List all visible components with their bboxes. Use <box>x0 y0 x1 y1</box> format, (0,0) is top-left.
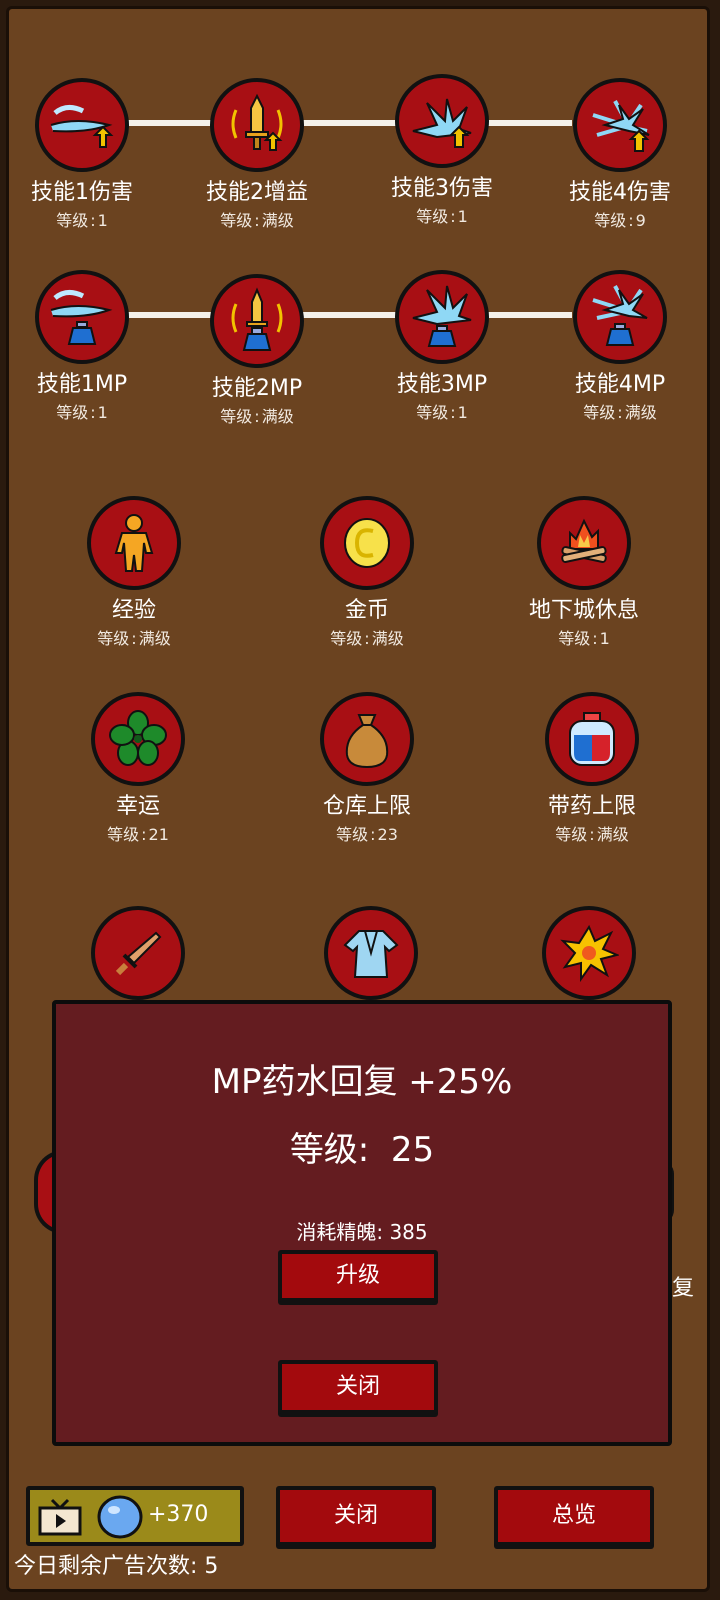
upgrade-dialog: MP药水回复 +25% 等级: 25 消耗精魄: 385 升级 关闭 <box>52 1000 672 1446</box>
skill-name: 技能3MP <box>396 372 488 397</box>
skill-1-mp[interactable]: 技能1MP 等级:1 <box>0 270 167 422</box>
upgrade-critical[interactable] <box>504 906 674 1000</box>
dialog-level: 等级: 25 <box>289 1130 435 1170</box>
skill-name: 技能2增益 <box>206 180 308 205</box>
upgrade-name: 仓库上限 <box>322 794 411 819</box>
clover-icon <box>91 692 185 786</box>
upgrade-level: 等级:1 <box>558 629 610 648</box>
burst-mp-icon <box>573 270 667 364</box>
upgrade-level: 等级: 满级 <box>555 825 629 844</box>
upgrade-level: 等级:21 <box>107 825 169 844</box>
explosion-icon <box>542 906 636 1000</box>
sword-buff-icon <box>210 78 304 172</box>
coin-icon <box>320 496 414 590</box>
skill-level: 等级:9 <box>594 211 646 230</box>
skill-1-damage[interactable]: 技能1伤害 等级:1 <box>0 78 167 230</box>
skill-level: 等级: 满级 <box>220 211 294 230</box>
upgrade-gold[interactable]: 金币 等级: 满级 <box>282 496 452 648</box>
bag-icon <box>320 692 414 786</box>
burst-dmg-icon <box>573 78 667 172</box>
upgrade-storage-limit[interactable]: 仓库上限 等级:23 <box>282 692 452 844</box>
skill-level: 等级:1 <box>416 403 468 422</box>
gem-icon <box>96 1494 144 1540</box>
upgrade-luck[interactable]: 幸运 等级:21 <box>53 692 223 844</box>
dialog-close-button[interactable]: 关闭 <box>278 1360 438 1414</box>
spikes-dmg-icon <box>395 74 489 168</box>
sword-mp-icon <box>210 274 304 368</box>
skill-name: 技能2MP <box>211 376 303 401</box>
skill-level: 等级: 满级 <box>220 407 294 426</box>
upgrade-potion-limit[interactable]: 带药上限 等级: 满级 <box>507 692 677 844</box>
skill-name: 技能4伤害 <box>569 180 671 205</box>
skill-level: 等级:1 <box>416 207 468 226</box>
person-icon <box>87 496 181 590</box>
skill-4-mp[interactable]: 技能4MP 等级: 满级 <box>535 270 705 422</box>
wind-dmg-icon <box>35 78 129 172</box>
skill-name: 技能1伤害 <box>31 180 133 205</box>
spikes-mp-icon <box>395 270 489 364</box>
upgrade-armor[interactable] <box>286 906 456 1000</box>
upgrade-name: 经验 <box>111 598 156 623</box>
skill-4-damage[interactable]: 技能4伤害 等级:9 <box>535 78 705 230</box>
skill-name: 技能3伤害 <box>391 176 493 201</box>
skill-level: 等级: 满级 <box>583 403 657 422</box>
upgrade-name: 带药上限 <box>547 794 636 819</box>
skill-level: 等级:1 <box>56 211 108 230</box>
wind-mp-icon <box>35 270 129 364</box>
skill-name: 技能4MP <box>574 372 666 397</box>
watch-ad-button[interactable]: +370 <box>26 1486 244 1546</box>
upgrade-name: 金币 <box>344 598 389 623</box>
upgrade-name: 幸运 <box>115 794 160 819</box>
sword-icon <box>91 906 185 1000</box>
skill-3-mp[interactable]: 技能3MP 等级:1 <box>357 270 527 422</box>
skill-2-mp[interactable]: 技能2MP 等级: 满级 <box>172 274 342 426</box>
ads-remaining: 今日剩余广告次数: 5 <box>14 1554 219 1579</box>
upgrade-level: 等级:23 <box>336 825 398 844</box>
skill-level: 等级:1 <box>56 403 108 422</box>
skill-name: 技能1MP <box>36 372 128 397</box>
skill-3-damage[interactable]: 技能3伤害 等级:1 <box>357 74 527 226</box>
upgrade-button[interactable]: 升级 <box>278 1250 438 1302</box>
upgrade-exp[interactable]: 经验 等级: 满级 <box>49 496 219 648</box>
tv-icon <box>38 1498 82 1536</box>
upgrade-level: 等级: 满级 <box>97 629 171 648</box>
campfire-icon <box>537 496 631 590</box>
dialog-cost: 消耗精魄: 385 <box>296 1220 428 1244</box>
potion-icon <box>545 692 639 786</box>
upgrade-level: 等级: 满级 <box>330 629 404 648</box>
partial-right-label: 复 <box>672 1276 695 1301</box>
close-button[interactable]: 关闭 <box>276 1486 436 1546</box>
overview-button[interactable]: 总览 <box>494 1486 654 1546</box>
dialog-title: MP药水回复 +25% <box>211 1062 513 1102</box>
ad-reward-amount: +370 <box>148 1502 209 1527</box>
upgrade-name: 地下城休息 <box>528 598 639 623</box>
upgrade-dungeon-rest[interactable]: 地下城休息 等级:1 <box>499 496 669 648</box>
upgrade-weapon[interactable] <box>53 906 223 1000</box>
robe-icon <box>324 906 418 1000</box>
skill-2-buff[interactable]: 技能2增益 等级: 满级 <box>172 78 342 230</box>
